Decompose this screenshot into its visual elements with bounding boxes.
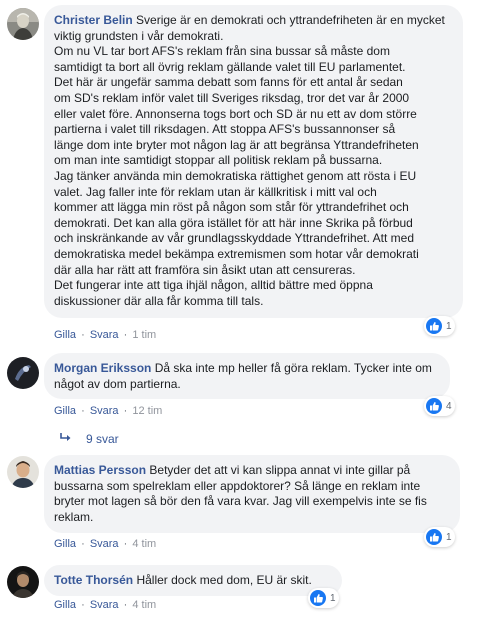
replies-count[interactable]: 9 svar xyxy=(86,432,119,446)
comment-line: Om nu VL tar bort AFS's reklam från sina… xyxy=(54,44,390,59)
like-reaction-icon xyxy=(310,590,326,606)
comment-bubble: Morgan Eriksson Då ska inte mp heller få… xyxy=(44,353,450,399)
comment-line: eller valet före. Annonserna togs bort o… xyxy=(54,106,417,121)
timestamp[interactable]: 4 tim xyxy=(132,538,156,550)
comment-line: samtidigt ta bort all övrig reklam gälla… xyxy=(54,59,406,74)
comment-line: kommer att lägga min röst på någon som s… xyxy=(54,200,409,215)
reaction-count[interactable]: 1 xyxy=(424,527,455,547)
avatar[interactable] xyxy=(7,357,39,389)
comment-text: Håller dock med dom, EU är skit. xyxy=(136,573,312,587)
timestamp[interactable]: 4 tim xyxy=(132,599,156,611)
comment-line: Det här är ungefär samma debatt som fann… xyxy=(54,75,403,90)
comment-bubble: Mattias Persson Betyder det att vi kan s… xyxy=(44,455,460,533)
avatar-photo-icon xyxy=(7,456,39,488)
timestamp[interactable]: 12 tim xyxy=(132,405,162,417)
like-reaction-icon xyxy=(426,398,442,414)
reply-link[interactable]: Svara xyxy=(90,329,119,341)
avatar-photo-icon xyxy=(7,8,39,40)
comment-actions: Gilla · Svara · 4 tim xyxy=(54,599,157,611)
like-link[interactable]: Gilla xyxy=(54,329,76,341)
reply-link[interactable]: Svara xyxy=(90,599,119,611)
comment-line: där alla har rätt att framföra sin åsikt… xyxy=(54,262,356,277)
comment-line: om SD's reklam inför valet till Sveriges… xyxy=(54,90,410,105)
comment-actions: Gilla · Svara · 1 tim xyxy=(54,329,157,341)
comment-author[interactable]: Morgan Eriksson xyxy=(54,361,151,375)
reply-arrow-icon xyxy=(60,432,72,446)
comment-bubble: Totte Thorsén Håller dock med dom, EU är… xyxy=(44,565,342,596)
reaction-number: 4 xyxy=(446,400,452,412)
avatar[interactable] xyxy=(7,566,39,598)
like-reaction-icon xyxy=(426,529,442,545)
comment-line: länge dom inte bryter mot någon lag är a… xyxy=(54,137,419,152)
comment-line: partierna i valet till riksdagen. Att st… xyxy=(54,122,396,137)
avatar-photo-icon xyxy=(7,566,39,598)
avatar[interactable] xyxy=(7,8,39,40)
comment-line: valet. Jag faller inte för reklam utan ä… xyxy=(54,184,377,199)
reaction-number: 1 xyxy=(330,592,336,604)
comment-bubble: Christer Belin Sverige är en demokrati o… xyxy=(44,5,463,318)
comment-line: demokratiska medel bekämpa extremismen s… xyxy=(54,246,419,261)
comment-line: Det fungerar inte att tiga ihjäl någon, … xyxy=(54,278,373,293)
reply-link[interactable]: Svara xyxy=(90,405,119,417)
comment-line: diskussioner där alla får komma till tal… xyxy=(54,293,264,308)
like-reaction-icon xyxy=(426,318,442,334)
comment-author[interactable]: Totte Thorsén xyxy=(54,573,133,587)
reaction-count[interactable]: 4 xyxy=(424,396,455,416)
like-link[interactable]: Gilla xyxy=(54,538,76,550)
avatar[interactable] xyxy=(7,456,39,488)
view-replies-link[interactable]: 9 svar xyxy=(60,432,119,446)
comment-author[interactable]: Mattias Persson xyxy=(54,463,146,477)
comment-line: demokrati. Det kan alla göra istället fö… xyxy=(54,215,413,230)
timestamp[interactable]: 1 tim xyxy=(132,329,156,341)
reaction-count[interactable]: 1 xyxy=(424,316,455,336)
avatar-photo-icon xyxy=(7,357,39,389)
reaction-count[interactable]: 1 xyxy=(308,588,339,608)
comment-line: om man inte samtidigt stoppar all politi… xyxy=(54,153,383,168)
comment-author[interactable]: Christer Belin xyxy=(54,13,133,27)
comment-actions: Gilla · Svara · 12 tim xyxy=(54,405,163,417)
comment-line: och inskränkande av vår grundlagsskyddad… xyxy=(54,231,414,246)
comment-line: Jag tänker använda min demokratiska rätt… xyxy=(54,168,417,183)
like-link[interactable]: Gilla xyxy=(54,405,76,417)
like-link[interactable]: Gilla xyxy=(54,599,76,611)
reaction-number: 1 xyxy=(446,320,452,332)
reply-link[interactable]: Svara xyxy=(90,538,119,550)
reaction-number: 1 xyxy=(446,531,452,543)
comment-actions: Gilla · Svara · 4 tim xyxy=(54,538,157,550)
